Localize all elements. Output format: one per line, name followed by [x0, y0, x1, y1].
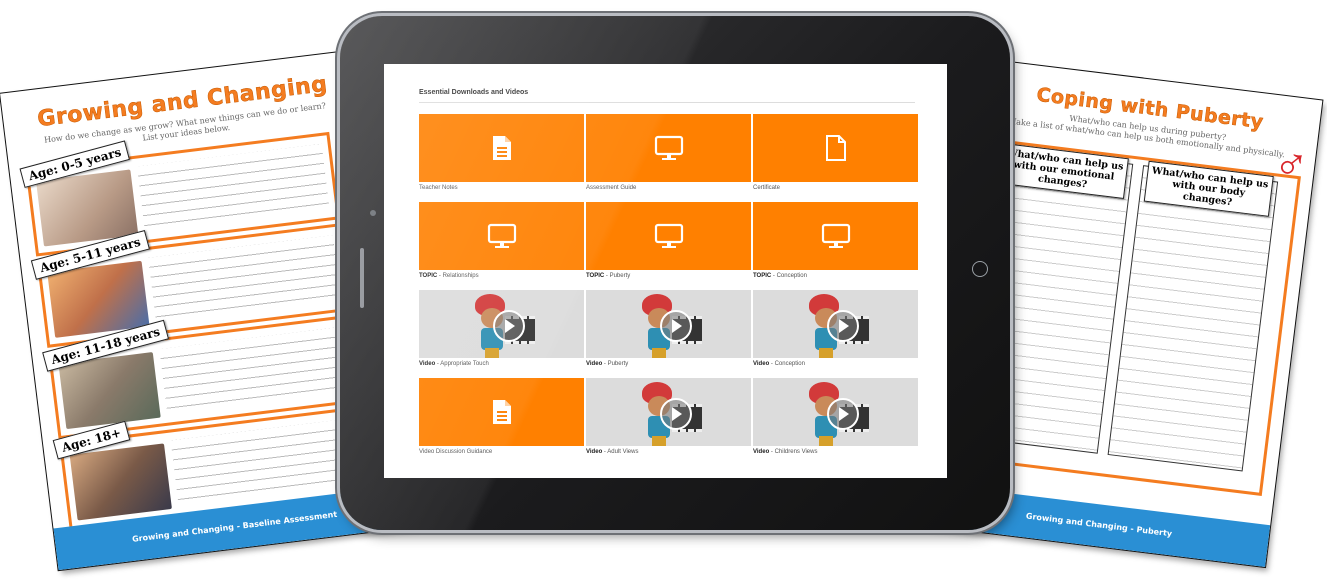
character-legs: [819, 348, 833, 358]
monitor-icon: [654, 135, 683, 160]
tile-caption: Video - Childrens Views: [753, 449, 818, 455]
tile-caption: Video - Conception: [753, 361, 805, 367]
character-legs: [485, 348, 499, 358]
side-button: [360, 248, 364, 308]
tile-caption: TOPIC - Relationships: [419, 273, 479, 279]
tile-topic-puberty[interactable]: TOPIC - Puberty: [586, 202, 751, 279]
tile-caption: TOPIC - Puberty: [586, 273, 631, 279]
tile-caption: Video - Appropriate Touch: [419, 361, 489, 367]
play-icon[interactable]: [493, 310, 525, 342]
tile-video-puberty[interactable]: Video - Puberty: [586, 290, 751, 367]
tile-teacher-notes[interactable]: Teacher Notes: [419, 114, 584, 191]
tile-assessment-guide[interactable]: Assessment Guide: [586, 114, 751, 191]
adults-photo: [69, 443, 172, 521]
section-title: Essential Downloads and Videos: [419, 89, 529, 96]
tile-caption: TOPIC - Conception: [753, 273, 807, 279]
character-legs: [819, 436, 833, 446]
play-icon[interactable]: [827, 310, 859, 342]
document-icon: [492, 136, 511, 160]
monitor-icon: [654, 223, 683, 248]
tile-caption: Assessment Guide: [586, 185, 637, 191]
document-icon: [492, 400, 511, 424]
writing-lines: [136, 143, 330, 235]
play-icon[interactable]: [660, 398, 692, 430]
camera-icon: [370, 210, 376, 216]
divider: [419, 102, 915, 103]
tile-video-discussion-guidance[interactable]: Video Discussion Guidance: [419, 378, 584, 455]
column-header: What/who can help us with our emotional …: [998, 142, 1129, 200]
blank-page-icon: [825, 135, 846, 161]
tile-caption: Video - Adult Views: [586, 449, 639, 455]
tile-topic-relationships[interactable]: TOPIC - Relationships: [419, 202, 584, 279]
tile-caption: Video - Puberty: [586, 361, 629, 367]
tile-certificate[interactable]: Certificate: [753, 114, 918, 191]
writing-lines: [159, 326, 353, 417]
monitor-icon: [487, 223, 516, 248]
tile-caption: Certificate: [753, 185, 781, 191]
tile-caption: Video Discussion Guidance: [419, 449, 493, 455]
tablet-screen: Essential Downloads and Videos Teacher N…: [384, 64, 947, 478]
column-header: What/who can help us with our body chang…: [1143, 160, 1274, 217]
tile-caption: Teacher Notes: [419, 185, 458, 191]
writing-lines: [148, 235, 342, 326]
character-legs: [652, 348, 666, 358]
tile-video-adult-views[interactable]: Video - Adult Views: [586, 378, 751, 455]
tile-topic-conception[interactable]: TOPIC - Conception: [753, 202, 918, 279]
play-icon[interactable]: [827, 398, 859, 430]
monitor-icon: [821, 223, 850, 248]
play-icon[interactable]: [660, 310, 692, 342]
tablet-device: Essential Downloads and Videos Teacher N…: [340, 16, 1010, 530]
tile-video-childrens-views[interactable]: Video - Childrens Views: [753, 378, 918, 455]
tile-video-appropriate-touch[interactable]: Video - Appropriate Touch: [419, 290, 584, 367]
home-button[interactable]: [972, 261, 988, 277]
character-legs: [652, 436, 666, 446]
tile-video-conception[interactable]: Video - Conception: [753, 290, 918, 367]
